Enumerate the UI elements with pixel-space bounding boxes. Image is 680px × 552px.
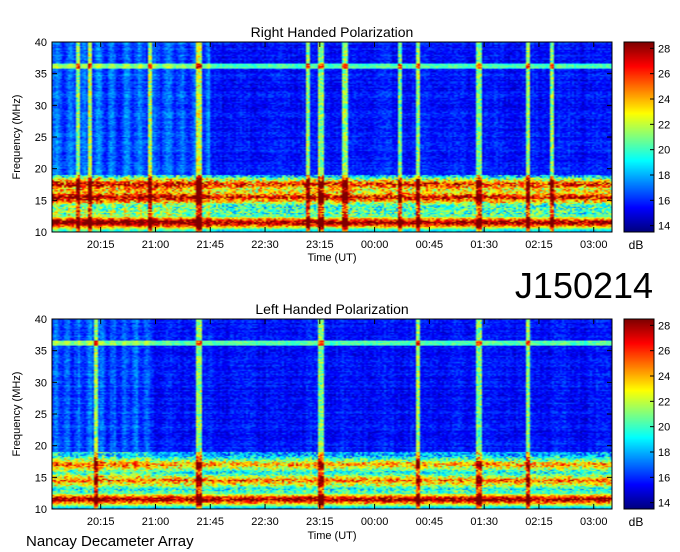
x-tick-label: 03:00 (580, 239, 608, 251)
colorbar-tick-label: 18 (658, 447, 670, 459)
right-handed-panel: Right Handed Polarization 10 15 20 25 30 35 40… (11, 24, 670, 264)
colorbar-label: dB (629, 238, 644, 252)
colorbar-tick-label: 26 (658, 346, 670, 358)
x-tick-label: 21:00 (142, 239, 170, 251)
colorbar-tick-label: 14 (658, 221, 670, 233)
x-tick-label: 01:30 (470, 516, 498, 528)
y-tick-label: 35 (35, 346, 47, 358)
colorbar-tick-label: 26 (658, 69, 670, 81)
x-tick-label: 22:30 (251, 516, 279, 528)
x-tick-label: 02:15 (525, 516, 553, 528)
x-tick-label: 00:00 (361, 239, 389, 251)
x-tick-label: 00:45 (416, 516, 444, 528)
y-tick-label: 40 (35, 37, 47, 49)
colorbar (624, 42, 654, 232)
x-tick-label: 20:15 (87, 516, 115, 528)
observation-id: J150214 (515, 265, 653, 306)
colorbar (624, 319, 654, 509)
colorbar-tick-label: 22 (658, 396, 670, 408)
spectrogram-figure: Right Handed Polarization 10 15 20 25 30 35 40… (11, 24, 670, 550)
y-tick-label: 20 (35, 441, 47, 453)
colorbar-tick-label: 28 (658, 43, 670, 55)
x-tick-label: 03:00 (580, 516, 608, 528)
y-tick-label: 30 (35, 100, 47, 112)
y-tick-label: 10 (35, 504, 47, 516)
x-tick-label: 21:45 (196, 239, 224, 251)
y-tick-label: 40 (35, 314, 47, 326)
y-axis-label: Frequency (MHz) (11, 95, 23, 180)
x-tick-label: 21:45 (196, 516, 224, 528)
instrument-label: Nancay Decameter Array (26, 533, 194, 550)
y-tick-label: 30 (35, 377, 47, 389)
y-tick-label: 35 (35, 69, 47, 81)
colorbar-tick-label: 16 (658, 195, 670, 207)
panel-title: Right Handed Polarization (251, 24, 414, 40)
y-tick-label: 15 (35, 472, 47, 484)
spectrogram-heatmap (52, 319, 612, 509)
y-axis-label: Frequency (MHz) (11, 372, 23, 457)
x-axis-label: Time (UT) (307, 530, 356, 542)
y-tick-label: 25 (35, 132, 47, 144)
colorbar-tick-label: 20 (658, 422, 670, 434)
x-tick-label: 23:15 (306, 239, 334, 251)
colorbar-tick-label: 20 (658, 145, 670, 157)
y-tick-label: 15 (35, 195, 47, 207)
colorbar-tick-label: 14 (658, 498, 670, 510)
panel-title: Left Handed Polarization (255, 301, 408, 317)
colorbar-tick-label: 24 (658, 371, 670, 383)
x-tick-label: 21:00 (142, 516, 170, 528)
x-tick-label: 22:30 (251, 239, 279, 251)
y-tick-label: 20 (35, 164, 47, 176)
x-axis-label: Time (UT) (307, 252, 356, 264)
y-tick-label: 25 (35, 409, 47, 421)
colorbar-tick-label: 28 (658, 320, 670, 332)
colorbar-tick-label: 24 (658, 94, 670, 106)
x-tick-label: 01:30 (470, 239, 498, 251)
colorbar-tick-label: 16 (658, 472, 670, 484)
x-tick-label: 02:15 (525, 239, 553, 251)
x-tick-label: 00:00 (361, 516, 389, 528)
x-tick-label: 00:45 (416, 239, 444, 251)
colorbar-tick-label: 22 (658, 119, 670, 131)
y-tick-label: 10 (35, 227, 47, 239)
spectrogram-heatmap (52, 42, 612, 232)
left-handed-panel: Left Handed Polarization 10152025303540 … (11, 301, 670, 542)
x-tick-label: 20:15 (87, 239, 115, 251)
colorbar-tick-label: 18 (658, 170, 670, 182)
colorbar-label: dB (629, 515, 644, 529)
x-tick-label: 23:15 (306, 516, 334, 528)
